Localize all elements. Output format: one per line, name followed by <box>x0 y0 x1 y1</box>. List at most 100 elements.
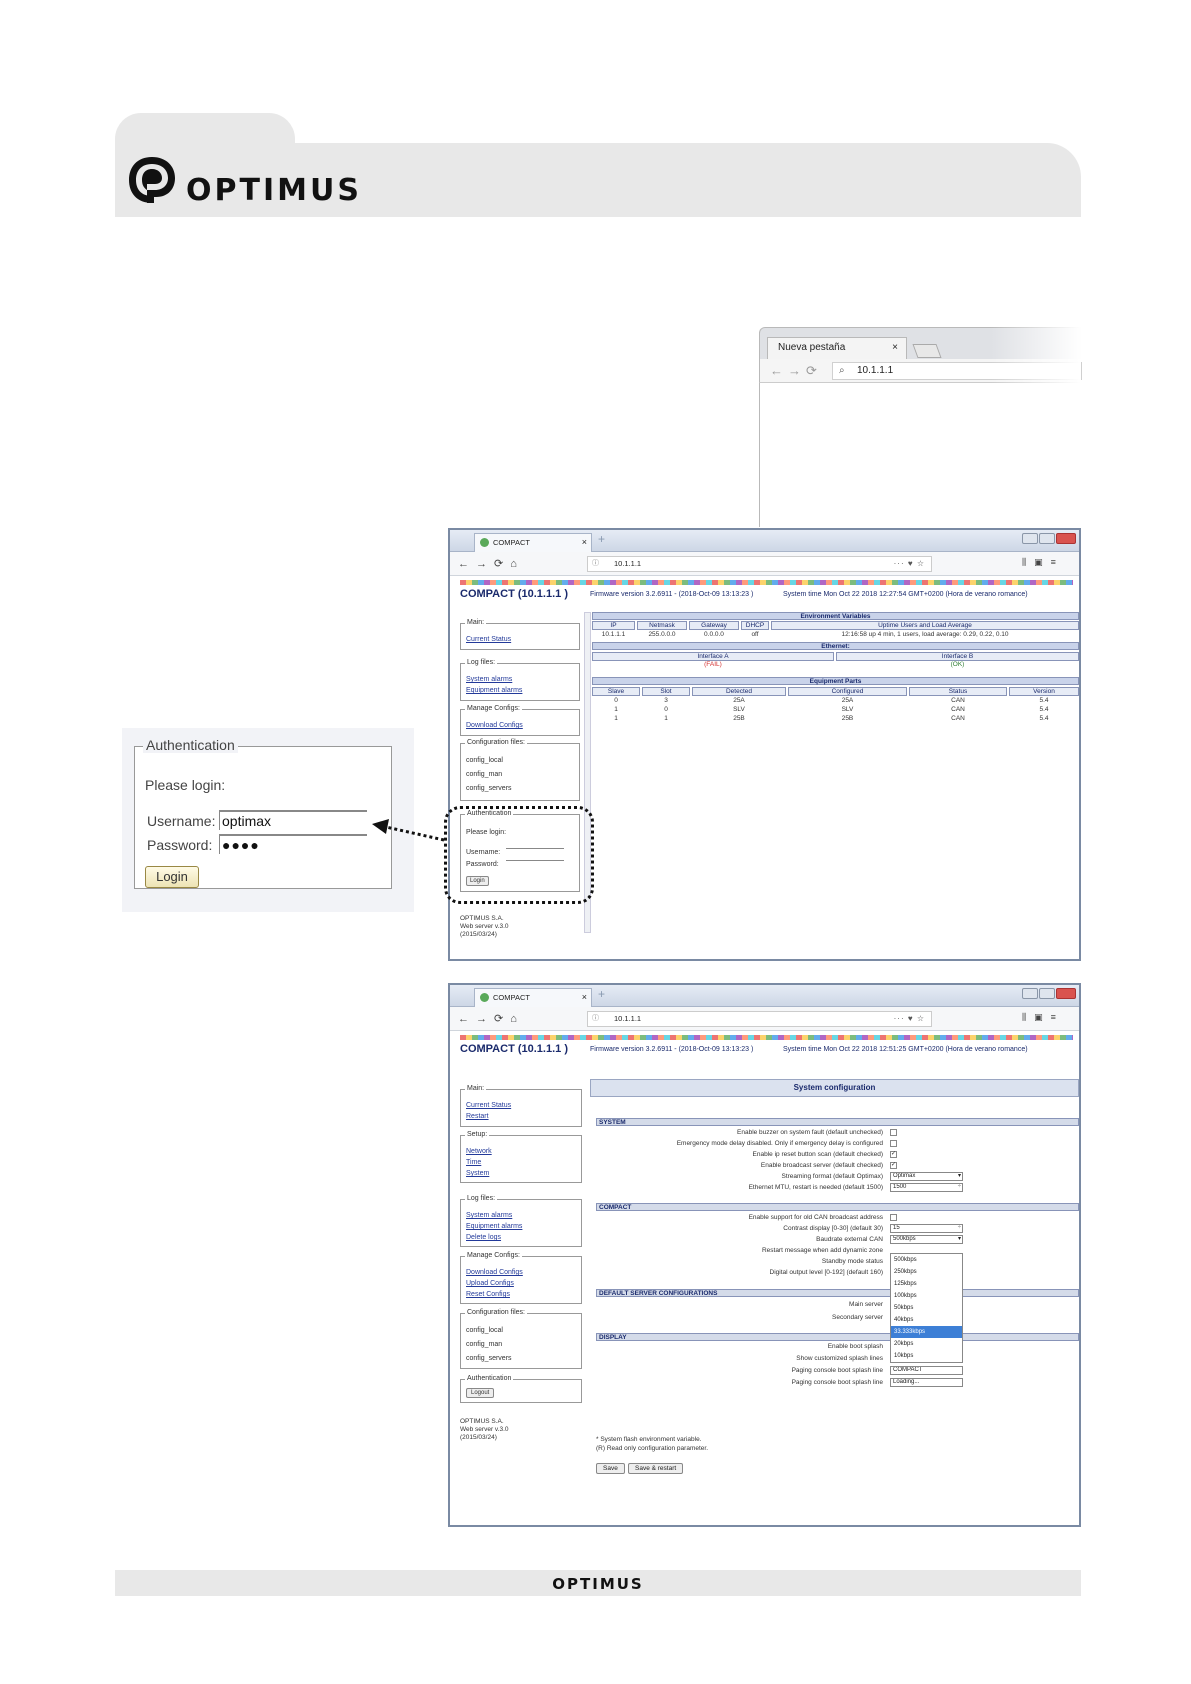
sidebar-item-equipment-alarms[interactable]: Equipment alarms <box>466 1223 522 1230</box>
tab-label: COMPACT <box>493 538 530 547</box>
dropdown-option[interactable]: 10kbps <box>891 1350 962 1362</box>
baudrate-select[interactable]: 500kbps <box>890 1235 963 1244</box>
field-label: Enable support for old CAN broadcast add… <box>748 1214 883 1221</box>
dropdown-option[interactable]: 50kbps <box>891 1302 962 1314</box>
section-compact: COMPACT <box>596 1203 1079 1211</box>
minimize-icon[interactable] <box>1022 533 1038 544</box>
brand-name: OPTIMUS <box>186 173 362 208</box>
nav-buttons-icon[interactable]: ←→⟳⌂ <box>458 557 524 570</box>
dropdown-option[interactable]: 33.333kbps <box>891 1326 962 1338</box>
field-label: Streaming format (default Optimax) <box>781 1173 883 1180</box>
browser-tab-compact[interactable]: COMPACT × <box>474 988 592 1007</box>
new-tab-icon[interactable]: + <box>598 532 605 546</box>
new-tab-icon[interactable]: + <box>598 987 605 1001</box>
sidebar-item-restart[interactable]: Restart <box>466 1113 489 1120</box>
table-cell: CAN <box>951 697 965 704</box>
dropdown-option[interactable]: 125kbps <box>891 1278 962 1290</box>
config-local[interactable]: config_local <box>466 1327 503 1334</box>
table-cell: 1 <box>614 715 618 722</box>
sidebar-item-current-status[interactable]: Current Status <box>466 1102 511 1109</box>
sidebar-item-network[interactable]: Network <box>466 1148 492 1155</box>
checkbox[interactable]: ✓ <box>890 1162 897 1169</box>
logout-button[interactable]: Logout <box>466 1388 495 1398</box>
browser-tab-new[interactable]: Nueva pestaña × <box>767 337 907 359</box>
column-header: Gateway <box>689 621 739 630</box>
sidebar-item-download-configs[interactable]: Download Configs <box>466 1269 523 1276</box>
password-input[interactable]: ●●●● <box>219 834 367 854</box>
table-cell: 5.4 <box>1039 706 1049 713</box>
firmware-version: Firmware version 3.2.6911 - (2018-Oct-09… <box>590 591 754 598</box>
page-actions-icon[interactable]: ··· ♥ ☆ <box>894 557 925 571</box>
contrast-input[interactable]: 15 <box>890 1224 963 1233</box>
sidebar-item-time[interactable]: Time <box>466 1159 481 1166</box>
field-label: Enable ip reset button scan (default che… <box>752 1151 883 1158</box>
login-button[interactable]: Login <box>145 866 199 888</box>
username-input[interactable]: optimax <box>219 810 367 830</box>
sidebar-item-reset-configs[interactable]: Reset Configs <box>466 1291 510 1298</box>
toolbar-icons[interactable]: ⫼▣≡ <box>1022 557 1064 568</box>
baudrate-dropdown[interactable]: 500kbps 250kbps 125kbps 100kbps 50kbps 40kbps… <box>890 1253 963 1363</box>
splash-line-2-input[interactable]: Loading... <box>890 1378 963 1387</box>
field-label: Baudrate external CAN <box>816 1236 883 1243</box>
toolbar-icons[interactable]: ⫼▣≡ <box>1022 1012 1064 1023</box>
sidebar-item-delete-logs[interactable]: Delete logs <box>466 1234 501 1241</box>
maximize-icon[interactable] <box>1039 533 1055 544</box>
checkbox[interactable] <box>890 1214 897 1221</box>
dropdown-option[interactable]: 20kbps <box>891 1338 962 1350</box>
sidebar-item-upload-configs[interactable]: Upload Configs <box>466 1280 514 1287</box>
dropdown-option[interactable]: 500kbps <box>891 1254 962 1266</box>
sidebar-manage-configs: Manage Configs: Download Configs <box>460 705 580 736</box>
rainbow-banner <box>460 1035 1073 1040</box>
window-close-icon[interactable] <box>1056 988 1076 999</box>
page-actions-icon[interactable]: ··· ♥ ☆ <box>894 1012 925 1026</box>
sidebar-item-system-alarms[interactable]: System alarms <box>466 1212 512 1219</box>
browser-tab-compact[interactable]: COMPACT × <box>474 533 592 552</box>
save-button[interactable]: Save <box>596 1463 625 1474</box>
checkbox[interactable] <box>890 1140 897 1147</box>
column-header: Status <box>909 687 1007 696</box>
save-restart-button[interactable]: Save & restart <box>628 1463 684 1474</box>
nav-buttons-icon[interactable]: ←→⟳ <box>770 363 822 379</box>
column-header: IP <box>592 621 635 630</box>
sidebar-item-system-alarms[interactable]: System alarms <box>466 676 512 683</box>
checkbox[interactable]: ✓ <box>890 1151 897 1158</box>
dropdown-option[interactable]: 100kbps <box>891 1290 962 1302</box>
field-label: Restart message when add dynamic zone <box>761 1247 883 1254</box>
group-legend: Configuration files: <box>465 739 527 746</box>
address-bar[interactable]: ⓘ 10.1.1.1 ··· ♥ ☆ <box>587 556 932 572</box>
nav-buttons-icon[interactable]: ←→⟳⌂ <box>458 1012 524 1025</box>
group-legend: Setup: <box>465 1131 490 1138</box>
splash-line-1-input[interactable]: COMPACT <box>890 1366 963 1375</box>
close-icon[interactable]: × <box>582 989 587 1006</box>
dropdown-option[interactable]: 250kbps <box>891 1266 962 1278</box>
close-icon[interactable]: × <box>892 338 898 358</box>
column-header: Slot <box>642 687 690 696</box>
checkbox[interactable] <box>890 1129 897 1136</box>
section-display: DISPLAY <box>596 1333 1079 1341</box>
streaming-format-select[interactable]: Optimax <box>890 1172 963 1181</box>
mtu-input[interactable]: 1500 <box>890 1183 963 1192</box>
sidebar-item-download-configs[interactable]: Download Configs <box>466 722 523 729</box>
maximize-icon[interactable] <box>1039 988 1055 999</box>
firmware-version: Firmware version 3.2.6911 - (2018-Oct-09… <box>590 1046 754 1053</box>
config-local[interactable]: config_local <box>466 757 503 764</box>
sidebar-item-system[interactable]: System <box>466 1170 489 1177</box>
config-servers[interactable]: config_servers <box>466 1355 512 1362</box>
new-tab-button[interactable] <box>912 344 942 358</box>
window-close-icon[interactable] <box>1056 533 1076 544</box>
dropdown-option[interactable]: 40kbps <box>891 1314 962 1326</box>
window-titlebar: COMPACT × + <box>450 530 1079 552</box>
sidebar-item-equipment-alarms[interactable]: Equipment alarms <box>466 687 522 694</box>
table-cell: 5.4 <box>1039 697 1049 704</box>
config-man[interactable]: config_man <box>466 771 502 778</box>
sidebar-item-current-status[interactable]: Current Status <box>466 636 511 643</box>
table-cell: 10.1.1.1 <box>601 631 626 638</box>
config-servers[interactable]: config_servers <box>466 785 512 792</box>
group-legend: Main: <box>465 1085 487 1092</box>
close-icon[interactable]: × <box>582 534 587 551</box>
address-bar[interactable]: ⓘ 10.1.1.1 ··· ♥ ☆ <box>587 1011 932 1027</box>
minimize-icon[interactable] <box>1022 988 1038 999</box>
group-legend: Authentication <box>465 1375 514 1382</box>
auth-box: Authentication Please login: Username: o… <box>134 737 392 889</box>
config-man[interactable]: config_man <box>466 1341 502 1348</box>
